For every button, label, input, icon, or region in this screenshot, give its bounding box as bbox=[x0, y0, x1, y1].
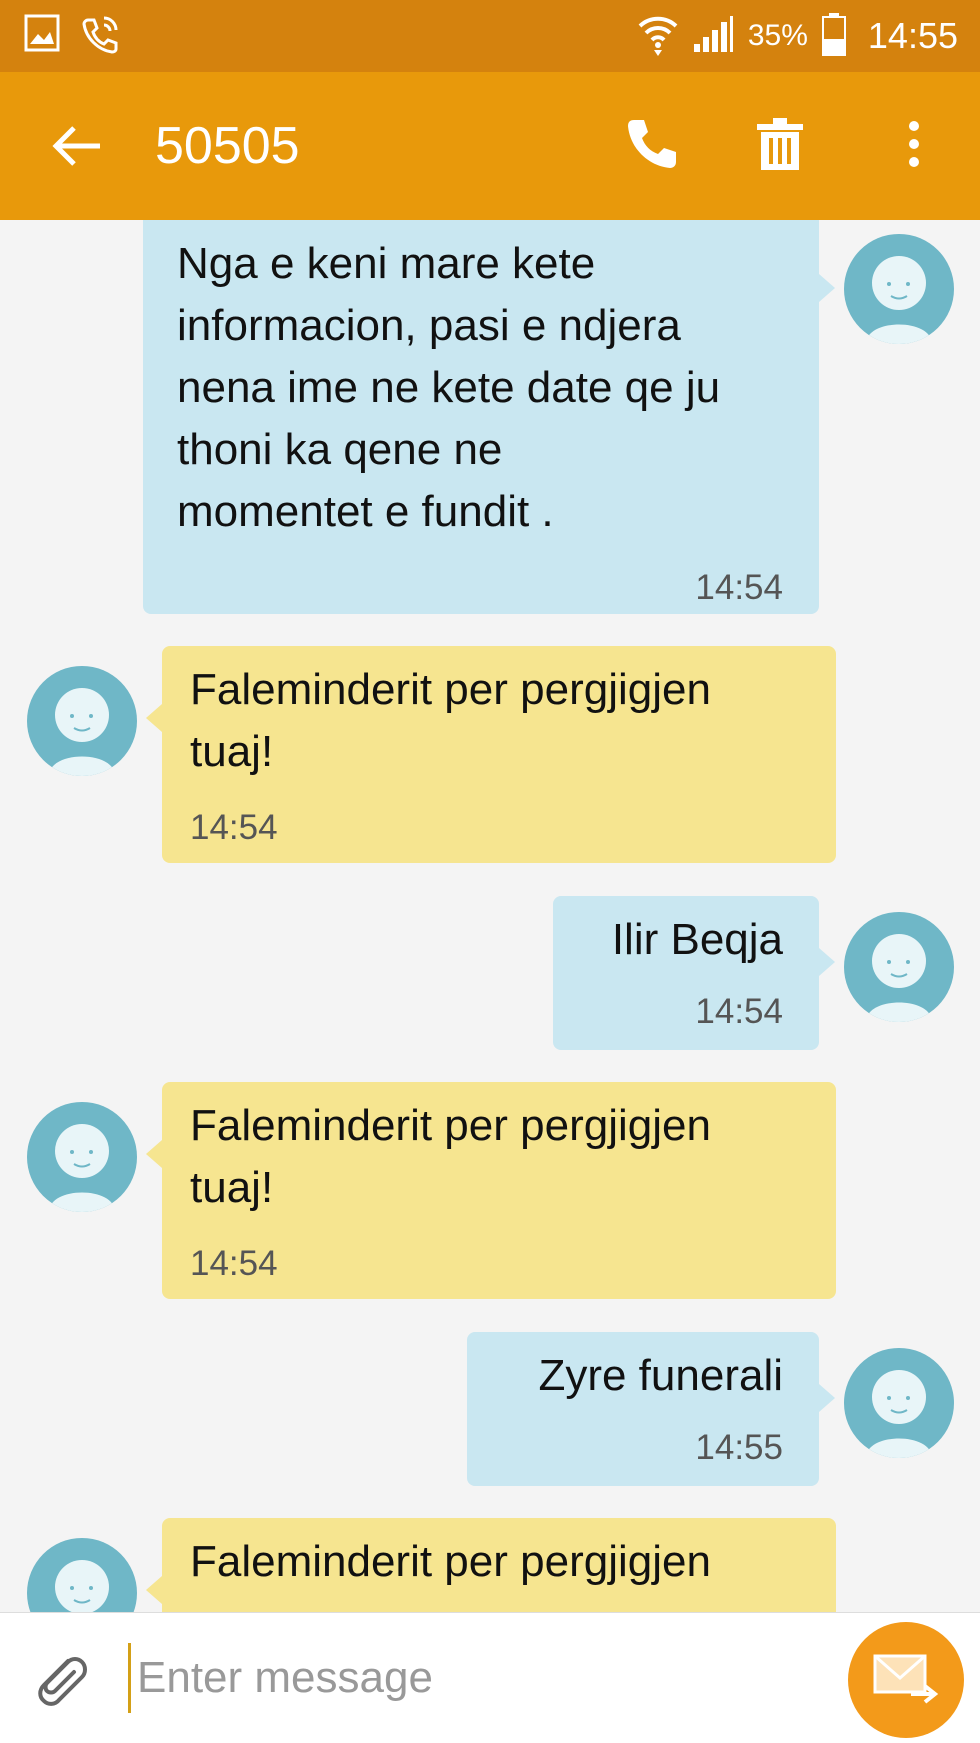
received-message-bubble[interactable]: Faleminderit per pergjigjen bbox=[162, 1518, 836, 1612]
signal-icon bbox=[692, 14, 734, 59]
conversation-title: 50505 bbox=[155, 117, 300, 175]
message-item[interactable]: Faleminderit per pergjigjen tuaj! 14:54 bbox=[0, 1082, 980, 1299]
more-vert-icon bbox=[907, 119, 921, 174]
message-time: 14:55 bbox=[695, 1428, 783, 1467]
sent-message-bubble[interactable]: Ilir Beqja 14:54 bbox=[553, 896, 819, 1050]
app-bar: 50505 bbox=[0, 72, 980, 220]
message-list[interactable]: Nga e keni mare kete informacion, pasi e… bbox=[0, 220, 980, 1612]
message-time: 14:54 bbox=[190, 808, 278, 847]
message-time: 14:54 bbox=[695, 568, 783, 607]
message-item[interactable]: Zyre funerali 14:55 bbox=[0, 1332, 980, 1487]
sent-message-bubble[interactable]: Zyre funerali 14:55 bbox=[467, 1332, 819, 1486]
bubble-tail bbox=[146, 704, 162, 732]
status-bar: 35% 14:55 bbox=[0, 0, 980, 72]
back-arrow-icon bbox=[48, 126, 108, 180]
send-button[interactable] bbox=[848, 1622, 964, 1738]
message-item[interactable]: Faleminderit per pergjigjen bbox=[0, 1518, 980, 1612]
message-input[interactable] bbox=[128, 1643, 837, 1713]
bubble-tail bbox=[146, 1576, 162, 1604]
status-time: 14:55 bbox=[867, 15, 958, 56]
person-icon bbox=[55, 1560, 109, 1612]
message-item[interactable]: Nga e keni mare kete informacion, pasi e… bbox=[0, 220, 980, 615]
message-item[interactable]: Ilir Beqja 14:54 bbox=[0, 896, 980, 1051]
bubble-tail bbox=[819, 274, 835, 302]
send-message-icon bbox=[873, 1652, 939, 1709]
person-icon bbox=[49, 688, 115, 776]
message-text: Faleminderit per pergjigjen bbox=[190, 1537, 711, 1586]
wifi-icon bbox=[638, 12, 678, 61]
bubble-tail bbox=[819, 948, 835, 976]
delete-button[interactable] bbox=[748, 114, 812, 178]
sent-message-bubble[interactable]: Nga e keni mare kete informacion, pasi e… bbox=[143, 220, 819, 614]
battery-icon bbox=[821, 12, 846, 61]
message-text: Ilir Beqja bbox=[611, 915, 783, 964]
phone-icon bbox=[624, 116, 680, 177]
back-button[interactable] bbox=[48, 116, 108, 176]
avatar bbox=[27, 1102, 137, 1212]
message-item[interactable]: Faleminderit per pergjigjen tuaj! 14:54 bbox=[0, 646, 980, 863]
paperclip-icon bbox=[28, 1657, 92, 1715]
battery-percent: 35% bbox=[747, 19, 808, 52]
attach-button[interactable] bbox=[28, 1647, 92, 1711]
bubble-tail bbox=[146, 1140, 162, 1168]
message-composer bbox=[0, 1612, 980, 1743]
message-text: Zyre funerali bbox=[538, 1351, 783, 1400]
received-message-bubble[interactable]: Faleminderit per pergjigjen tuaj! 14:54 bbox=[162, 1082, 836, 1299]
bubble-tail bbox=[819, 1384, 835, 1412]
person-icon bbox=[866, 256, 932, 344]
avatar bbox=[844, 912, 954, 1022]
call-notification-icon bbox=[80, 14, 120, 61]
avatar bbox=[27, 666, 137, 776]
received-message-bubble[interactable]: Faleminderit per pergjigjen tuaj! 14:54 bbox=[162, 646, 836, 863]
message-text: Faleminderit per pergjigjen tuaj! bbox=[190, 665, 711, 776]
message-text: Faleminderit per pergjigjen tuaj! bbox=[190, 1101, 711, 1212]
more-options-button[interactable] bbox=[882, 114, 946, 178]
avatar bbox=[844, 1348, 954, 1458]
gallery-notification-icon bbox=[24, 14, 60, 59]
avatar bbox=[27, 1538, 137, 1612]
avatar bbox=[844, 234, 954, 344]
person-icon bbox=[49, 1124, 115, 1212]
trash-icon bbox=[755, 116, 805, 177]
message-time: 14:54 bbox=[190, 1244, 278, 1283]
call-button[interactable] bbox=[620, 114, 684, 178]
message-text: Nga e keni mare kete informacion, pasi e… bbox=[177, 239, 721, 536]
person-icon bbox=[866, 934, 932, 1022]
message-time: 14:54 bbox=[695, 992, 783, 1031]
person-icon bbox=[866, 1370, 932, 1458]
